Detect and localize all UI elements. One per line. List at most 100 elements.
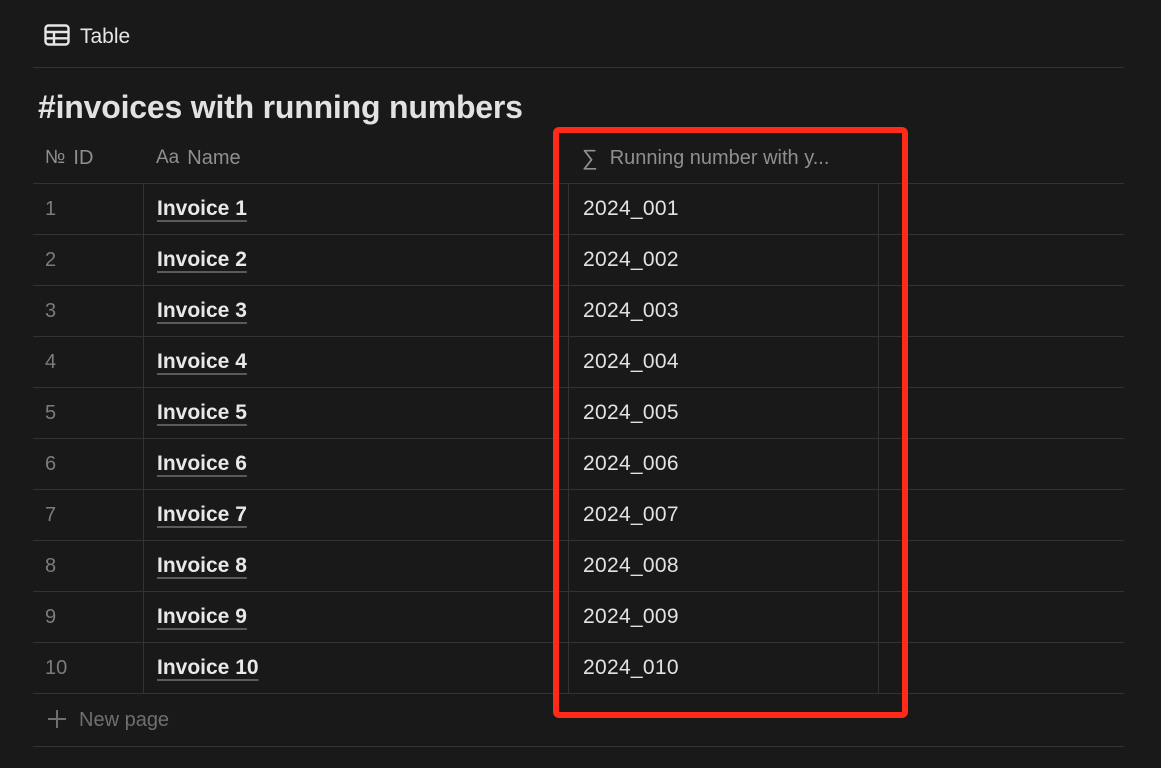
- name-cell[interactable]: Invoice 4: [143, 337, 568, 387]
- database-title[interactable]: #invoices with running numbers: [38, 86, 523, 128]
- name-cell[interactable]: Invoice 7: [143, 490, 568, 540]
- empty-cell: [878, 439, 1124, 489]
- id-cell: 3: [33, 286, 143, 336]
- table-row[interactable]: 7 Invoice 7 2024_007: [33, 490, 1124, 541]
- running-number-value: 2024_010: [583, 656, 679, 679]
- running-number-cell[interactable]: 2024_007: [568, 490, 878, 540]
- running-number-value: 2024_003: [583, 299, 679, 322]
- id-cell: 8: [33, 541, 143, 591]
- page-link[interactable]: Invoice 2: [157, 248, 247, 272]
- running-number-value: 2024_006: [583, 452, 679, 475]
- running-number-cell[interactable]: 2024_010: [568, 643, 878, 693]
- id-value: 4: [45, 350, 57, 373]
- id-value: 2: [45, 248, 57, 271]
- column-header-running-number[interactable]: ∑ Running number with y...: [568, 133, 878, 183]
- table-row[interactable]: 10 Invoice 10 2024_010: [33, 643, 1124, 694]
- column-header-label: Name: [187, 146, 241, 169]
- running-number-value: 2024_004: [583, 350, 679, 373]
- id-value: 1: [45, 197, 57, 220]
- view-tab-table[interactable]: Table: [44, 22, 130, 52]
- number-sign-icon: №: [45, 147, 66, 168]
- name-cell[interactable]: Invoice 3: [143, 286, 568, 336]
- id-cell: 7: [33, 490, 143, 540]
- running-number-cell[interactable]: 2024_008: [568, 541, 878, 591]
- empty-cell: [878, 592, 1124, 642]
- empty-cell: [878, 286, 1124, 336]
- page-link[interactable]: Invoice 9: [157, 605, 247, 629]
- id-cell: 6: [33, 439, 143, 489]
- name-cell[interactable]: Invoice 5: [143, 388, 568, 438]
- table-row[interactable]: 1 Invoice 1 2024_001: [33, 184, 1124, 235]
- table-row[interactable]: 8 Invoice 8 2024_008: [33, 541, 1124, 592]
- empty-cell: [878, 235, 1124, 285]
- running-number-cell[interactable]: 2024_001: [568, 184, 878, 234]
- name-cell[interactable]: Invoice 1: [143, 184, 568, 234]
- name-cell[interactable]: Invoice 2: [143, 235, 568, 285]
- column-header-id[interactable]: № ID: [33, 133, 143, 183]
- column-header-name[interactable]: Aa Name: [143, 133, 568, 183]
- table-header-row: № ID Aa Name ∑ Running number with y...: [33, 133, 1124, 184]
- id-cell: 4: [33, 337, 143, 387]
- text-property-icon: Aa: [156, 147, 180, 168]
- page-link[interactable]: Invoice 4: [157, 350, 247, 374]
- id-cell: 9: [33, 592, 143, 642]
- table-row[interactable]: 6 Invoice 6 2024_006: [33, 439, 1124, 490]
- empty-cell: [878, 490, 1124, 540]
- page-link[interactable]: Invoice 8: [157, 554, 247, 578]
- id-value: 6: [45, 452, 57, 475]
- table-row[interactable]: 2 Invoice 2 2024_002: [33, 235, 1124, 286]
- running-number-cell[interactable]: 2024_005: [568, 388, 878, 438]
- database-table: № ID Aa Name ∑ Running number with y... …: [33, 133, 1124, 747]
- table-row[interactable]: 4 Invoice 4 2024_004: [33, 337, 1124, 388]
- running-number-cell[interactable]: 2024_002: [568, 235, 878, 285]
- table-row[interactable]: 3 Invoice 3 2024_003: [33, 286, 1124, 337]
- id-value: 10: [45, 656, 68, 679]
- page-link[interactable]: Invoice 5: [157, 401, 247, 425]
- name-cell[interactable]: Invoice 6: [143, 439, 568, 489]
- running-number-cell[interactable]: 2024_009: [568, 592, 878, 642]
- table-body: 1 Invoice 1 2024_001 2 Invoice 2 2024_002 3 Inv…: [33, 184, 1124, 694]
- running-number-cell[interactable]: 2024_003: [568, 286, 878, 336]
- id-value: 8: [45, 554, 57, 577]
- empty-cell: [878, 643, 1124, 693]
- formula-sigma-icon: ∑: [582, 145, 598, 170]
- column-header-label: Running number with y...: [609, 146, 830, 169]
- id-cell: 2: [33, 235, 143, 285]
- running-number-value: 2024_001: [583, 197, 679, 220]
- empty-cell: [878, 541, 1124, 591]
- page-link[interactable]: Invoice 10: [157, 656, 259, 680]
- name-cell[interactable]: Invoice 9: [143, 592, 568, 642]
- running-number-value: 2024_005: [583, 401, 679, 424]
- id-value: 3: [45, 299, 57, 322]
- name-cell[interactable]: Invoice 8: [143, 541, 568, 591]
- id-cell: 1: [33, 184, 143, 234]
- page-link[interactable]: Invoice 3: [157, 299, 247, 323]
- view-tab-label: Table: [80, 25, 131, 48]
- running-number-cell[interactable]: 2024_004: [568, 337, 878, 387]
- plus-icon: [47, 706, 67, 734]
- running-number-value: 2024_008: [583, 554, 679, 577]
- page-link[interactable]: Invoice 7: [157, 503, 247, 527]
- page-link[interactable]: Invoice 1: [157, 197, 247, 221]
- table-icon: [44, 23, 70, 51]
- running-number-value: 2024_002: [583, 248, 679, 271]
- id-value: 5: [45, 401, 57, 424]
- running-number-value: 2024_009: [583, 605, 679, 628]
- running-number-cell[interactable]: 2024_006: [568, 439, 878, 489]
- table-row[interactable]: 5 Invoice 5 2024_005: [33, 388, 1124, 439]
- id-value: 9: [45, 605, 57, 628]
- page-link[interactable]: Invoice 6: [157, 452, 247, 476]
- table-row[interactable]: 9 Invoice 9 2024_009: [33, 592, 1124, 643]
- running-number-value: 2024_007: [583, 503, 679, 526]
- id-value: 7: [45, 503, 57, 526]
- id-cell: 5: [33, 388, 143, 438]
- new-page-button[interactable]: New page: [33, 694, 1124, 747]
- view-divider: [33, 67, 1124, 68]
- column-header-label: ID: [73, 146, 94, 169]
- empty-cell: [878, 388, 1124, 438]
- id-cell: 10: [33, 643, 143, 693]
- empty-cell: [878, 337, 1124, 387]
- new-page-label: New page: [79, 708, 170, 731]
- empty-cell: [878, 184, 1124, 234]
- name-cell[interactable]: Invoice 10: [143, 643, 568, 693]
